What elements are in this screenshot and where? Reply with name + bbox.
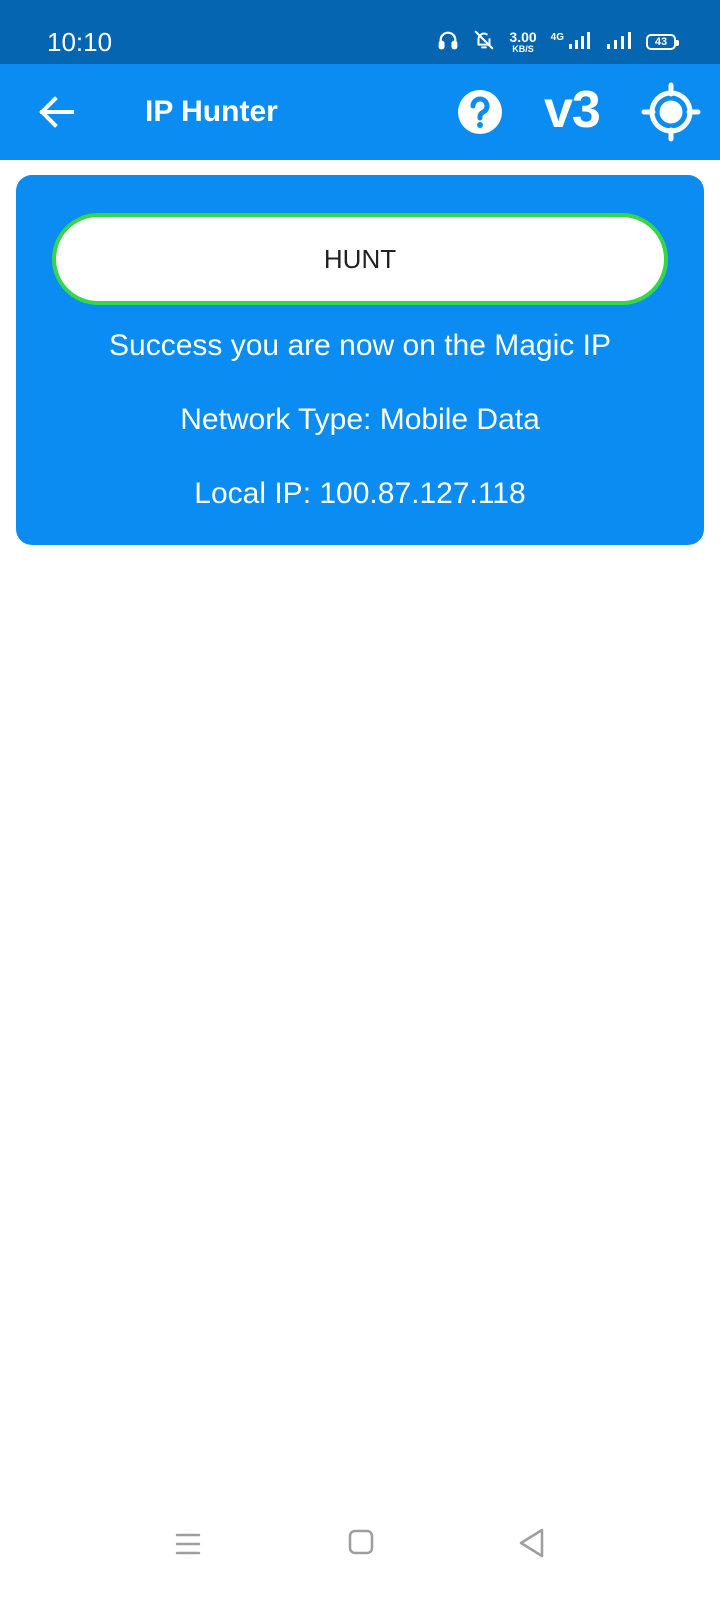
local-ip-text: Local IP: 100.87.127.118 xyxy=(194,477,526,510)
back-triangle-icon[interactable] xyxy=(516,1526,548,1560)
app-bar: IP Hunter v3 xyxy=(0,64,720,160)
hunt-button[interactable]: HUNT xyxy=(52,213,668,305)
app-title: IP Hunter xyxy=(145,95,278,128)
status-time: 10:10 xyxy=(47,27,113,57)
home-icon[interactable] xyxy=(346,1527,376,1557)
network-type-text: Network Type: Mobile Data xyxy=(180,403,540,436)
status-icons: 3.00 KB/S 4G 43 xyxy=(437,24,679,60)
network-speed: 3.00 KB/S xyxy=(509,29,537,54)
version-label[interactable]: v3 xyxy=(544,78,601,142)
battery-icon: 43 xyxy=(646,34,679,50)
menu-icon[interactable] xyxy=(173,1529,203,1559)
bell-off-icon xyxy=(473,29,495,56)
back-arrow-icon[interactable] xyxy=(34,90,78,134)
system-nav-bar xyxy=(0,1512,720,1600)
signal-icon xyxy=(568,30,592,55)
signal-icon-2 xyxy=(606,30,632,55)
network-type-label: 4G xyxy=(550,31,564,43)
result-card: HUNT Success you are now on the Magic IP… xyxy=(16,175,704,545)
status-bar: 10:10 3.00 KB/S 4G 43 xyxy=(0,0,720,64)
target-icon[interactable] xyxy=(641,82,701,142)
headset-icon xyxy=(437,29,459,56)
status-message: Success you are now on the Magic IP xyxy=(109,329,611,362)
help-icon[interactable] xyxy=(456,88,504,136)
